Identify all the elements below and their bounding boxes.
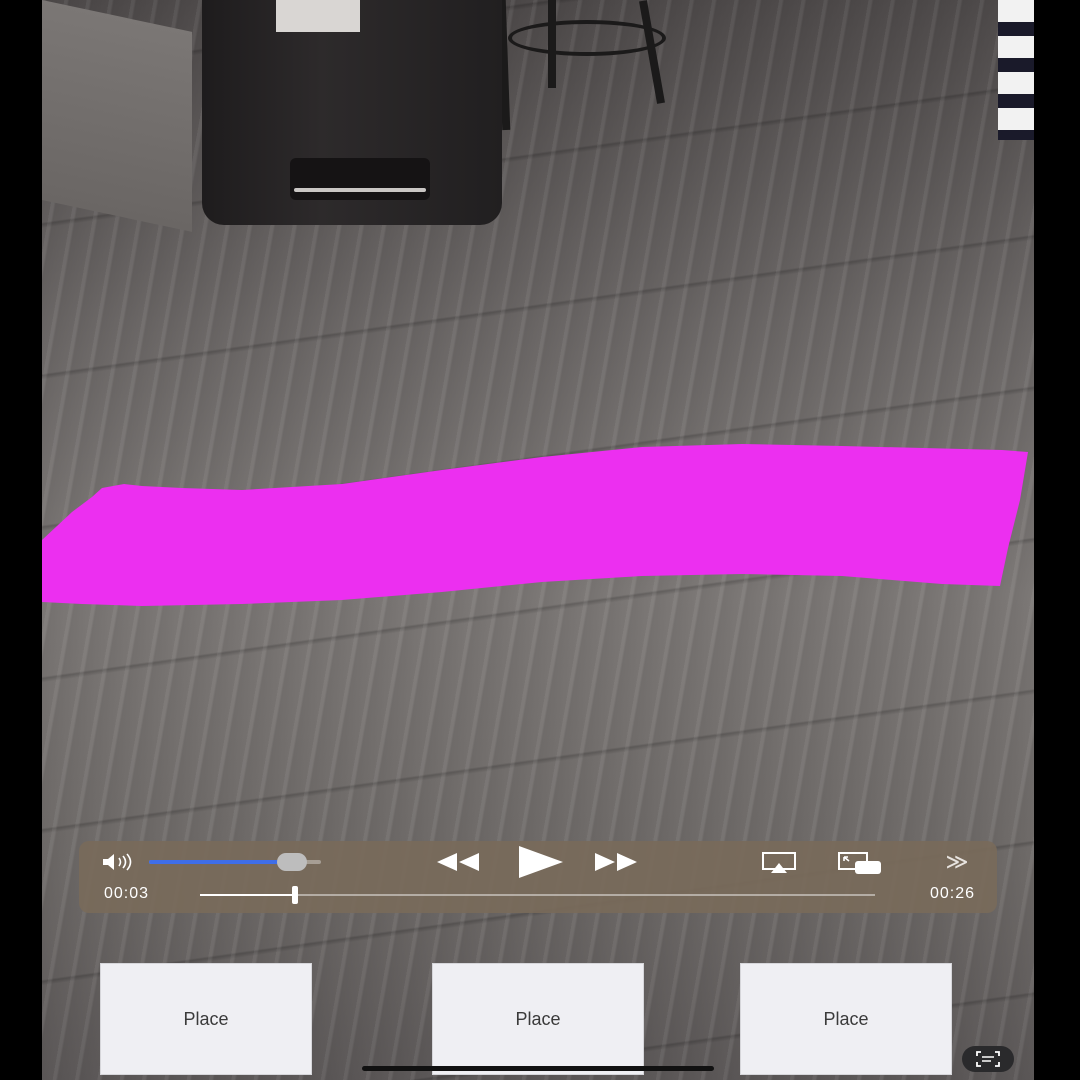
volume-slider-knob[interactable] <box>276 853 307 871</box>
play-button[interactable] <box>511 845 571 879</box>
fast-forward-icon <box>595 853 637 871</box>
place-button-right[interactable]: Place <box>740 963 952 1075</box>
rewind-icon <box>437 853 479 871</box>
speaker-icon[interactable] <box>101 853 141 871</box>
play-icon <box>519 846 563 878</box>
picture-in-picture-button[interactable] <box>837 851 883 875</box>
current-time: 00:03 <box>104 885 150 902</box>
seek-bar-knob[interactable] <box>291 886 298 904</box>
airplay-button[interactable] <box>759 851 799 875</box>
text-scan-button[interactable] <box>962 1046 1014 1072</box>
total-duration: 00:26 <box>929 885 975 902</box>
fast-forward-button[interactable] <box>591 851 639 873</box>
ar-paint-stroke <box>42 444 1028 606</box>
home-indicator[interactable] <box>362 1066 714 1071</box>
rewind-button[interactable] <box>435 851 483 873</box>
airplay-icon <box>762 852 796 873</box>
ar-camera-view[interactable] <box>42 0 1034 1080</box>
text-scan-icon <box>976 1051 1000 1067</box>
seek-bar[interactable] <box>200 886 875 904</box>
chevron-double-right-icon[interactable]: ≫ <box>937 849 977 875</box>
video-player-controls: ≫ 00:03 00:26 <box>79 841 997 913</box>
place-button-left[interactable]: Place <box>100 963 312 1075</box>
volume-slider[interactable] <box>149 853 321 871</box>
place-button-center[interactable]: Place <box>432 963 644 1075</box>
picture-in-picture-icon <box>838 852 881 874</box>
volume-level-fill <box>149 860 292 864</box>
seek-bar-fill <box>200 894 295 896</box>
